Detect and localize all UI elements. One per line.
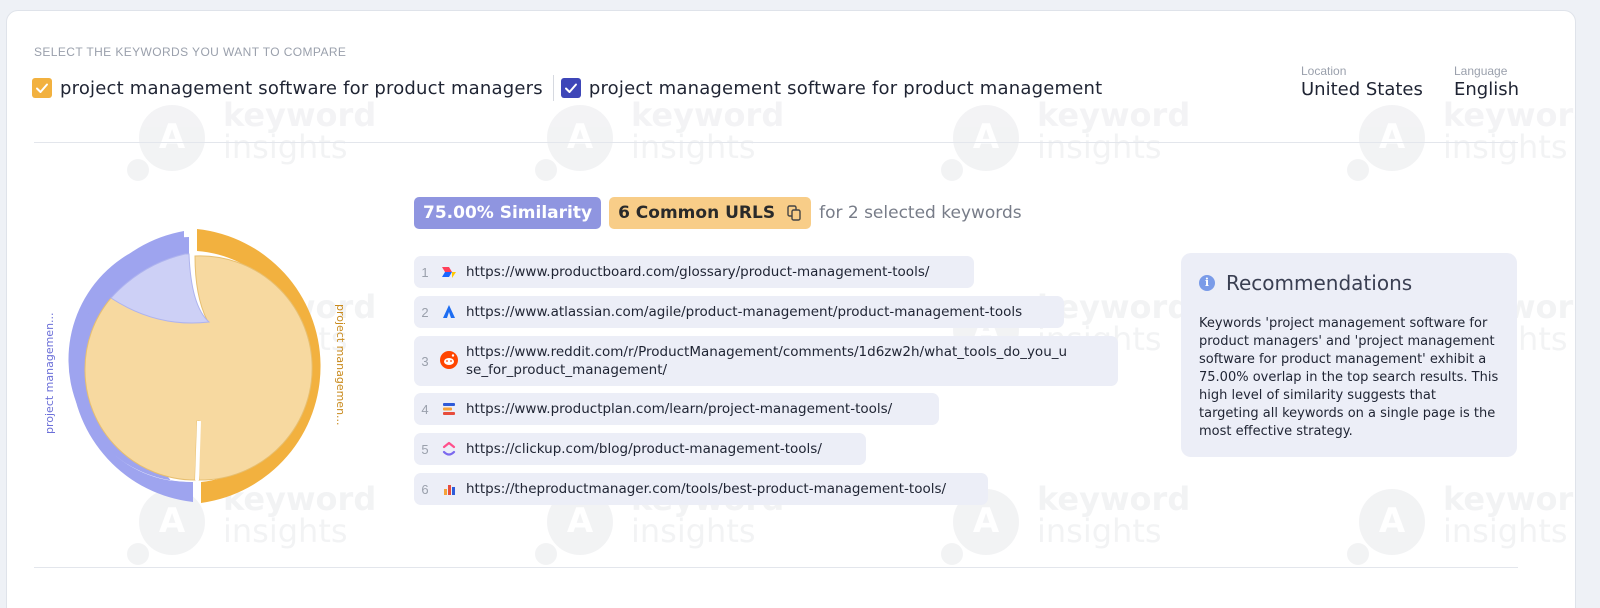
similarity-summary: 75.00% Similarity 6 Common URLS for 2 se…	[414, 197, 1022, 229]
url-rank: 6	[421, 482, 429, 497]
clickup-icon	[442, 441, 456, 456]
copy-icon[interactable]	[787, 205, 802, 221]
watermark-logo: Akeywordinsights	[127, 89, 376, 199]
url-item[interactable]: 5 https://clickup.com/blog/product-manag…	[414, 433, 866, 465]
recommendations-text: Keywords 'project management software fo…	[1199, 316, 1499, 439]
url-link[interactable]: https://www.productboard.com/glossary/pr…	[466, 263, 929, 281]
url-item[interactable]: 1 https://www.productboard.com/glossary/…	[414, 256, 974, 288]
keyword-checkbox-managers[interactable]	[32, 78, 52, 98]
keyword-option-management[interactable]: project management software for product …	[560, 77, 1103, 99]
select-keywords-label: SELECT THE KEYWORDS YOU WANT TO COMPARE	[34, 45, 347, 59]
bottom-divider	[34, 567, 1518, 568]
url-link[interactable]: https://www.reddit.com/r/ProductManageme…	[466, 343, 1067, 379]
chord-label-left: project managemen...	[43, 312, 56, 434]
productboard-icon	[442, 267, 456, 278]
overlap-chord-chart: project managemen... project managemen..…	[43, 229, 347, 503]
reddit-icon	[440, 351, 458, 369]
productplan-icon	[443, 403, 455, 415]
top-divider	[34, 142, 1518, 143]
url-item[interactable]: 2 https://www.atlassian.com/agile/produc…	[414, 296, 1064, 328]
comparison-card: Akeyword insights Akeyword insights Akeywo…	[6, 10, 1576, 608]
language-value[interactable]: English	[1454, 79, 1519, 100]
common-urls-label: 6 Common URLS	[618, 203, 776, 223]
recommendations-title: Recommendations	[1226, 271, 1413, 295]
watermark-logo: Akeywordinsights	[941, 89, 1190, 199]
keyword-label: project management software for product …	[588, 77, 1103, 99]
watermark-logo: Akeywordinsights	[1347, 89, 1575, 199]
theproductmanager-icon	[444, 485, 455, 495]
url-item[interactable]: 6 https://theproductmanager.com/tools/be…	[414, 473, 988, 505]
selected-keywords-note: for 2 selected keywords	[819, 203, 1022, 223]
location-value[interactable]: United States	[1301, 79, 1423, 100]
url-rank: 2	[421, 305, 429, 320]
url-item[interactable]: 3 https://www.reddit.com/r/ProductManage…	[414, 336, 1118, 386]
url-rank: 4	[421, 402, 429, 417]
atlassian-icon	[443, 305, 455, 318]
chord-label-right: project managemen...	[334, 304, 347, 426]
url-link[interactable]: https://www.productplan.com/learn/projec…	[466, 400, 892, 418]
info-icon: i	[1199, 275, 1215, 291]
keyword-label: project management software for product …	[60, 77, 543, 99]
url-rank: 5	[421, 442, 429, 457]
url-rank: 1	[421, 265, 429, 280]
recommendations-panel: i Recommendations Keywords 'project mana…	[1181, 253, 1517, 457]
url-item[interactable]: 4 https://www.productplan.com/learn/proj…	[414, 393, 939, 425]
similarity-badge: 75.00% Similarity	[414, 197, 602, 229]
language-label: Language	[1454, 64, 1508, 78]
watermark-logo: Akeywordinsights	[535, 89, 784, 199]
keyword-selector: project management software for product …	[32, 75, 1102, 101]
common-urls-badge[interactable]: 6 Common URLS	[609, 197, 812, 229]
url-link[interactable]: https://theproductmanager.com/tools/best…	[466, 480, 946, 498]
keyword-checkbox-management[interactable]	[560, 78, 581, 98]
url-link[interactable]: https://www.atlassian.com/agile/product-…	[466, 303, 1022, 321]
checkmark-icon	[36, 83, 48, 93]
chord-gap	[195, 420, 201, 481]
keyword-option-managers[interactable]: project management software for product …	[32, 78, 543, 99]
url-link[interactable]: https://clickup.com/blog/product-managem…	[466, 440, 822, 458]
url-rank: 3	[421, 354, 429, 369]
keyword-separator	[552, 75, 554, 101]
recommendations-heading: i Recommendations	[1199, 271, 1499, 295]
location-label: Location	[1301, 64, 1347, 78]
checkmark-icon	[564, 83, 577, 93]
